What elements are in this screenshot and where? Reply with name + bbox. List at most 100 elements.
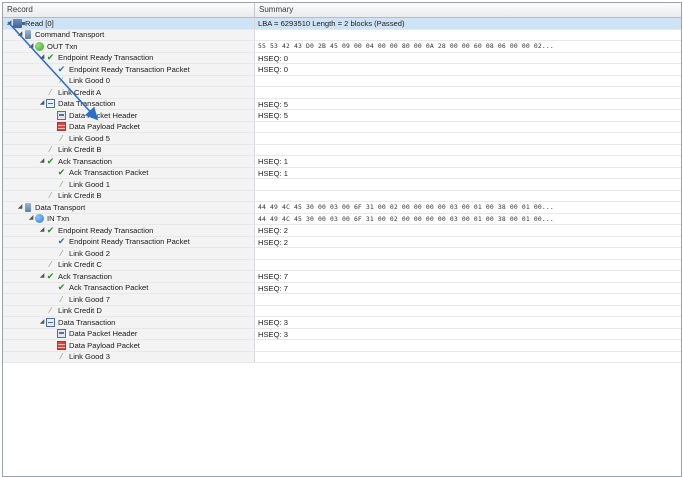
record-cell[interactable]: ◢ ✔ Ack Transaction <box>3 156 255 167</box>
record-cell[interactable]: ⁄ Link Credit B <box>3 144 255 156</box>
expand-toggle-icon[interactable]: ◢ <box>38 317 46 328</box>
record-cell[interactable]: ✔ Ack Transaction Packet <box>3 167 255 178</box>
record-label: Command Transport <box>35 30 105 39</box>
expand-toggle-icon[interactable]: ◢ <box>38 271 46 282</box>
tree-row[interactable]: ⁄ Link Good 7 <box>3 294 681 306</box>
tree-row[interactable]: ◢ Command Transport <box>3 29 681 41</box>
summary-cell: HSEQ: 1 <box>258 168 288 178</box>
expand-toggle-icon[interactable]: ◢ <box>27 214 35 225</box>
record-cell[interactable]: ⁄ Link Good 3 <box>3 351 255 362</box>
record-cell[interactable]: ⁄ Link Credit A <box>3 87 255 98</box>
packet-header-icon <box>57 110 66 120</box>
record-cell[interactable]: ◢ Data Transport <box>3 202 255 213</box>
record-cell[interactable]: ⁄ Link Good 1 <box>3 179 255 190</box>
record-cell[interactable]: Data Packet Header <box>3 110 255 121</box>
record-cell[interactable]: ⁄ Link Credit D <box>3 305 255 317</box>
record-cell[interactable]: ◢ Data Transaction <box>3 98 255 110</box>
tree-row[interactable]: ◢ Data Transaction HSEQ: 5 <box>3 98 681 110</box>
record-cell[interactable]: ⁄ Link Good 5 <box>3 133 255 144</box>
tree-row[interactable]: ◢ Read [0] LBA = 6293510 Length = 2 blocks… <box>3 18 681 30</box>
record-cell[interactable]: ◢ Read [0] <box>3 18 255 29</box>
tree-row[interactable]: ⁄ Link Credit A <box>3 87 681 99</box>
record-cell[interactable]: ⁄ Link Good 7 <box>3 294 255 305</box>
record-cell[interactable]: ◢ ✔ Endpoint Ready Transaction <box>3 225 255 236</box>
tree-row[interactable]: ✔ Ack Transaction Packet HSEQ: 7 <box>3 282 681 294</box>
expand-toggle-icon[interactable]: ◢ <box>16 30 24 41</box>
tree-row[interactable]: ◢ IN Txn 44 49 4C 45 30 00 03 00 6F 31 00 … <box>3 213 681 225</box>
tree-row[interactable]: ⁄ Link Credit C <box>3 259 681 271</box>
read-icon <box>13 18 25 28</box>
check-icon: ✔ <box>57 282 66 293</box>
tree-row[interactable]: ✔ Endpoint Ready Transaction Packet HSEQ: … <box>3 236 681 248</box>
tree-row[interactable]: ⁄ Link Credit B <box>3 190 681 202</box>
record-cell[interactable]: ◢ ✔ Endpoint Ready Transaction <box>3 52 255 64</box>
expand-toggle-icon[interactable]: ◢ <box>38 99 46 110</box>
record-cell[interactable]: ◢ Command Transport <box>3 29 255 41</box>
record-cell[interactable]: Data Packet Header <box>3 328 255 339</box>
record-label: Data Packet Header <box>69 110 138 120</box>
link-gray-icon: ⁄ <box>49 260 52 270</box>
tree-row[interactable]: Data Packet Header HSEQ: 3 <box>3 328 681 340</box>
expand-toggle-icon[interactable]: ◢ <box>38 53 46 64</box>
summary-cell: HSEQ: 0 <box>258 65 288 74</box>
record-label: Endpoint Ready Transaction Packet <box>69 237 190 246</box>
tree-row[interactable]: ⁄ Link Good 1 <box>3 179 681 191</box>
expand-toggle-icon[interactable]: ◢ <box>38 156 46 167</box>
tree-row[interactable]: ◢ OUT Txn 55 53 42 43 D0 2B 45 09 00 04 00… <box>3 41 681 53</box>
summary-cell: HSEQ: 5 <box>258 99 288 109</box>
record-cell[interactable]: ✔ Endpoint Ready Transaction Packet <box>3 236 255 247</box>
tree-row[interactable]: ◢ ✔ Endpoint Ready Transaction HSEQ: 0 <box>3 52 681 64</box>
record-cell[interactable]: ◢ ✔ Ack Transaction <box>3 271 255 282</box>
tree-row[interactable]: ◢ ✔ Endpoint Ready Transaction HSEQ: 2 <box>3 225 681 237</box>
record-cell[interactable]: ◢ IN Txn <box>3 213 255 225</box>
tree-row[interactable]: ⁄ Link Good 0 <box>3 75 681 87</box>
expand-toggle-icon[interactable]: ◢ <box>5 18 13 29</box>
record-cell[interactable]: ✔ Ack Transaction Packet <box>3 282 255 293</box>
summary-cell: HSEQ: 5 <box>258 111 288 120</box>
record-cell[interactable]: ✔ Endpoint Ready Transaction Packet <box>3 64 255 75</box>
record-cell[interactable]: ⁄ Link Credit B <box>3 190 255 202</box>
record-cell[interactable]: ⁄ Link Credit C <box>3 259 255 270</box>
tree-row[interactable]: Data Packet Header HSEQ: 5 <box>3 110 681 122</box>
record-cell[interactable]: ◢ OUT Txn <box>3 41 255 52</box>
tree-row[interactable]: ✔ Ack Transaction Packet HSEQ: 1 <box>3 167 681 179</box>
record-cell[interactable]: ⁄ Link Good 2 <box>3 248 255 259</box>
expand-toggle-icon[interactable]: ◢ <box>27 41 35 52</box>
summary-cell: HSEQ: 3 <box>258 318 288 327</box>
tree-row[interactable]: ⁄ Link Good 2 <box>3 248 681 260</box>
tree-row[interactable]: ◢ ✔ Ack Transaction HSEQ: 1 <box>3 156 681 168</box>
column-header-summary[interactable]: Summary <box>255 3 681 17</box>
tree-row[interactable]: ⁄ Link Credit B <box>3 144 681 156</box>
summary-cell: HSEQ: 0 <box>258 53 288 63</box>
record-label: Data Transport <box>35 202 86 212</box>
tree-row[interactable]: ◢ Data Transport 44 49 4C 45 30 00 03 00 6… <box>3 202 681 214</box>
record-cell[interactable]: Data Payload Packet <box>3 121 255 132</box>
record-cell[interactable]: Data Payload Packet <box>3 340 255 351</box>
expand-toggle-icon[interactable]: ◢ <box>16 202 24 213</box>
record-cell[interactable]: ◢ Data Transaction <box>3 317 255 328</box>
record-tree: ◢ Read [0] LBA = 6293510 Length = 2 blocks… <box>3 18 681 363</box>
record-label: OUT Txn <box>47 41 78 51</box>
tree-row[interactable]: ⁄ Link Good 5 <box>3 133 681 145</box>
summary-cell: HSEQ: 3 <box>258 329 288 339</box>
record-cell[interactable]: ⁄ Link Good 0 <box>3 75 255 87</box>
tree-row[interactable]: ◢ Data Transaction HSEQ: 3 <box>3 317 681 329</box>
check-icon: ✔ <box>57 167 66 178</box>
link-icon: ⁄ <box>60 352 63 362</box>
tree-row[interactable]: ⁄ Link Credit D <box>3 305 681 317</box>
tree-row[interactable]: ◢ ✔ Ack Transaction HSEQ: 7 <box>3 271 681 283</box>
tree-row[interactable]: ✔ Endpoint Ready Transaction Packet HSEQ: … <box>3 64 681 76</box>
record-label: Ack Transaction <box>58 156 113 166</box>
expand-toggle-icon[interactable]: ◢ <box>38 225 46 236</box>
tree-row[interactable]: Data Payload Packet <box>3 121 681 133</box>
summary-cell: HSEQ: 2 <box>258 237 288 247</box>
tree-row[interactable]: Data Payload Packet <box>3 340 681 352</box>
column-header-record[interactable]: Record <box>3 3 255 17</box>
tree-row[interactable]: ⁄ Link Good 3 <box>3 351 681 363</box>
